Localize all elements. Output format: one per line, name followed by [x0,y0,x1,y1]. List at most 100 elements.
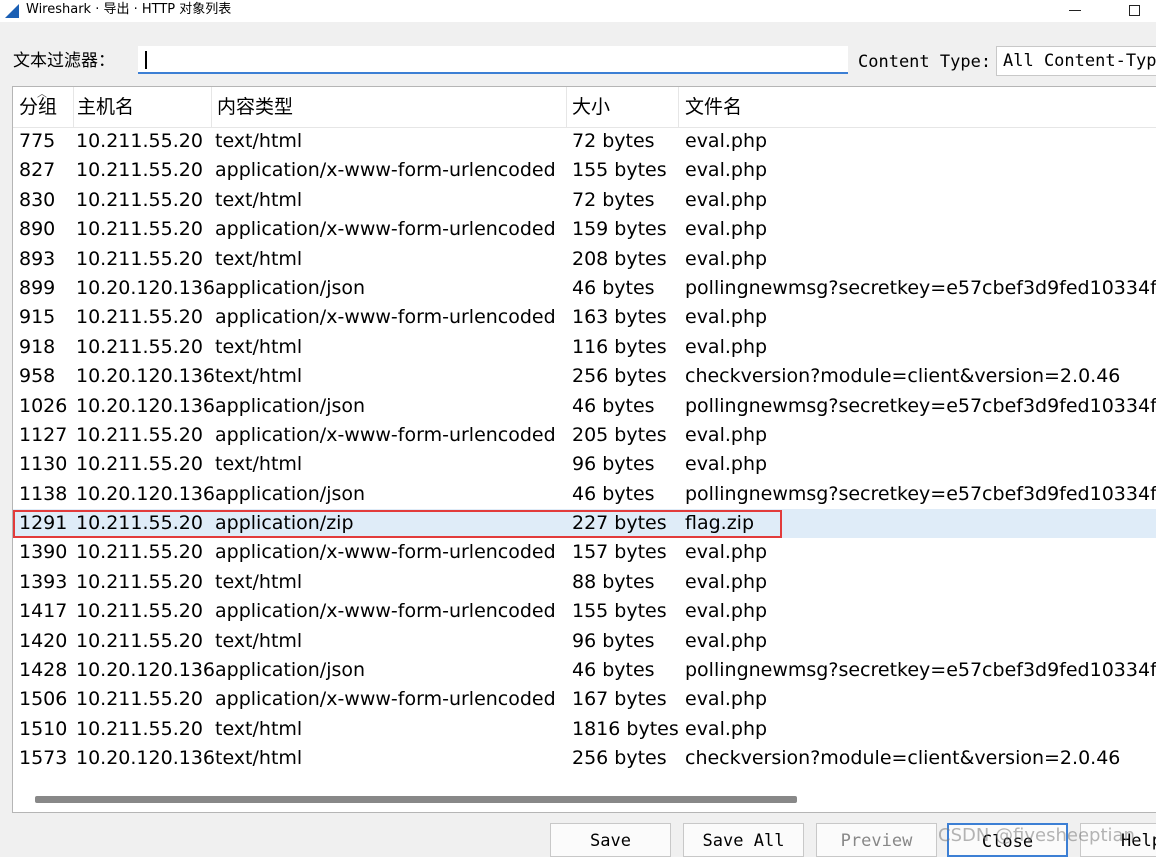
cell-host: 10.20.120.136 [76,747,216,770]
table-row[interactable]: 1127 10.211.55.20 application/x-www-form-u… [13,421,1156,450]
column-divider[interactable] [678,87,679,127]
minimize-button[interactable] [1054,0,1098,22]
cell-size: 72 bytes [572,188,655,211]
cell-type: application/x-www-form-urlencoded [215,541,556,564]
table-row[interactable]: 1026 10.20.120.136 application/json 46 byte… [13,392,1156,421]
table-row[interactable]: 918 10.211.55.20 text/html 116 bytes eval.ph… [13,333,1156,362]
cell-file: pollingnewmsg?secretkey=e57cbef3d9fed103… [685,276,1156,299]
cell-num: 1127 [19,423,68,446]
column-divider[interactable] [566,87,567,127]
cell-host: 10.211.55.20 [76,247,203,270]
column-header-size[interactable]: 大小 [572,95,610,119]
column-header-hostname[interactable]: 主机名 [77,95,134,119]
table-row[interactable]: 890 10.211.55.20 application/x-www-form-ur… [13,215,1156,244]
cell-file: checkversion?module=client&version=2.0.4… [685,365,1121,388]
table-row[interactable]: 1506 10.211.55.20 application/x-www-form-u… [13,685,1156,714]
cell-num: 1138 [19,482,68,505]
cell-type: application/x-www-form-urlencoded [215,688,556,711]
cell-host: 10.211.55.20 [76,218,203,241]
save-button[interactable]: Save [550,823,671,857]
cell-type: text/html [215,453,303,476]
cell-size: 163 bytes [572,306,667,329]
cell-host: 10.211.55.20 [76,423,203,446]
cell-file: eval.php [685,629,768,652]
help-button[interactable]: Help [1080,823,1156,857]
cell-num: 1573 [19,747,68,770]
horizontal-scrollbar-thumb[interactable] [35,796,797,803]
http-object-table[interactable]: ︿ 分组 主机名 内容类型 大小 文件名 775 10.211.55.20 text… [12,86,1156,813]
wireshark-fin-icon [5,4,19,18]
table-row[interactable]: 830 10.211.55.20 text/html 72 bytes eval.php [13,186,1156,215]
table-row[interactable]: 1573 10.20.120.136 text/html 256 bytes check… [13,744,1156,773]
cell-num: 1291 [19,512,68,535]
cell-size: 155 bytes [572,600,667,623]
table-row[interactable]: 958 10.20.120.136 text/html 256 bytes checkv… [13,362,1156,391]
cell-host: 10.211.55.20 [76,159,203,182]
cell-size: 159 bytes [572,218,667,241]
cell-num: 827 [19,159,56,182]
cell-host: 10.20.120.136 [76,659,216,682]
cell-host: 10.211.55.20 [76,541,203,564]
cell-type: text/html [215,188,303,211]
table-row[interactable]: 1130 10.211.55.20 text/html 96 bytes eval.ph… [13,450,1156,479]
cell-file: eval.php [685,688,768,711]
text-filter-input[interactable] [138,46,848,74]
table-row[interactable]: 1393 10.211.55.20 text/html 88 bytes eval.ph… [13,568,1156,597]
cell-host: 10.20.120.136 [76,394,216,417]
cell-type: application/json [215,482,366,505]
table-row[interactable]: 893 10.211.55.20 text/html 208 bytes eval.ph… [13,245,1156,274]
table-row[interactable]: 1390 10.211.55.20 application/x-www-form-u… [13,538,1156,567]
cell-type: text/html [215,717,303,740]
cell-size: 72 bytes [572,130,655,152]
table-row[interactable]: 1510 10.211.55.20 text/html 1816 bytes eval.… [13,715,1156,744]
cell-type: application/x-www-form-urlencoded [215,423,556,446]
cell-num: 1506 [19,688,68,711]
cell-host: 10.20.120.136 [76,365,216,388]
cell-type: application/x-www-form-urlencoded [215,218,556,241]
table-row[interactable]: 915 10.211.55.20 application/x-www-form-ur… [13,303,1156,332]
table-body: 775 10.211.55.20 text/html 72 bytes eval.php… [13,127,1156,774]
cell-file: checkversion?module=client&version=2.0.4… [685,747,1121,770]
cell-file: pollingnewmsg?secretkey=e57cbef3d9fed103… [685,482,1156,505]
table-row[interactable]: 1428 10.20.120.136 application/json 46 byte… [13,656,1156,685]
cell-file: eval.php [685,159,768,182]
cell-file: eval.php [685,570,768,593]
cell-host: 10.211.55.20 [76,335,203,358]
cell-num: 918 [19,335,56,358]
preview-button[interactable]: Preview [816,823,937,857]
cell-size: 157 bytes [572,541,667,564]
table-row[interactable]: 827 10.211.55.20 application/x-www-form-ur… [13,156,1156,185]
content-type-label: Content Type: [858,52,992,72]
cell-file: pollingnewmsg?secretkey=e57cbef3d9fed103… [685,394,1156,417]
cell-type: application/x-www-form-urlencoded [215,600,556,623]
save-all-button[interactable]: Save All [683,823,804,857]
table-row[interactable]: 1291 10.211.55.20 application/zip 227 bytes… [13,509,1156,539]
cell-host: 10.211.55.20 [76,188,203,211]
cell-size: 46 bytes [572,659,655,682]
close-button[interactable]: Close [947,823,1068,857]
text-cursor [145,51,147,69]
column-header-content-type[interactable]: 内容类型 [217,95,293,119]
cell-file: eval.php [685,335,768,358]
cell-host: 10.211.55.20 [76,629,203,652]
cell-num: 899 [19,276,56,299]
maximize-button[interactable] [1112,0,1156,22]
column-divider[interactable] [211,87,212,127]
cell-size: 256 bytes [572,365,667,388]
table-row[interactable]: 899 10.20.120.136 application/json 46 bytes… [13,274,1156,303]
cell-size: 227 bytes [572,512,667,535]
cell-num: 1393 [19,570,68,593]
maximize-icon [1129,5,1140,16]
table-row[interactable]: 1138 10.20.120.136 application/json 46 byte… [13,480,1156,509]
content-type-select[interactable]: All Content-Types [996,46,1156,76]
column-header-filename[interactable]: 文件名 [685,95,742,119]
cell-host: 10.211.55.20 [76,688,203,711]
cell-num: 830 [19,188,56,211]
table-row[interactable]: 1420 10.211.55.20 text/html 96 bytes eval.ph… [13,627,1156,656]
column-divider[interactable] [73,87,74,127]
table-row[interactable]: 775 10.211.55.20 text/html 72 bytes eval.php [13,127,1156,156]
cell-type: text/html [215,747,303,770]
horizontal-scrollbar[interactable] [13,793,1156,805]
column-header-packet[interactable]: 分组 [19,95,57,119]
table-row[interactable]: 1417 10.211.55.20 application/x-www-form-u… [13,597,1156,626]
